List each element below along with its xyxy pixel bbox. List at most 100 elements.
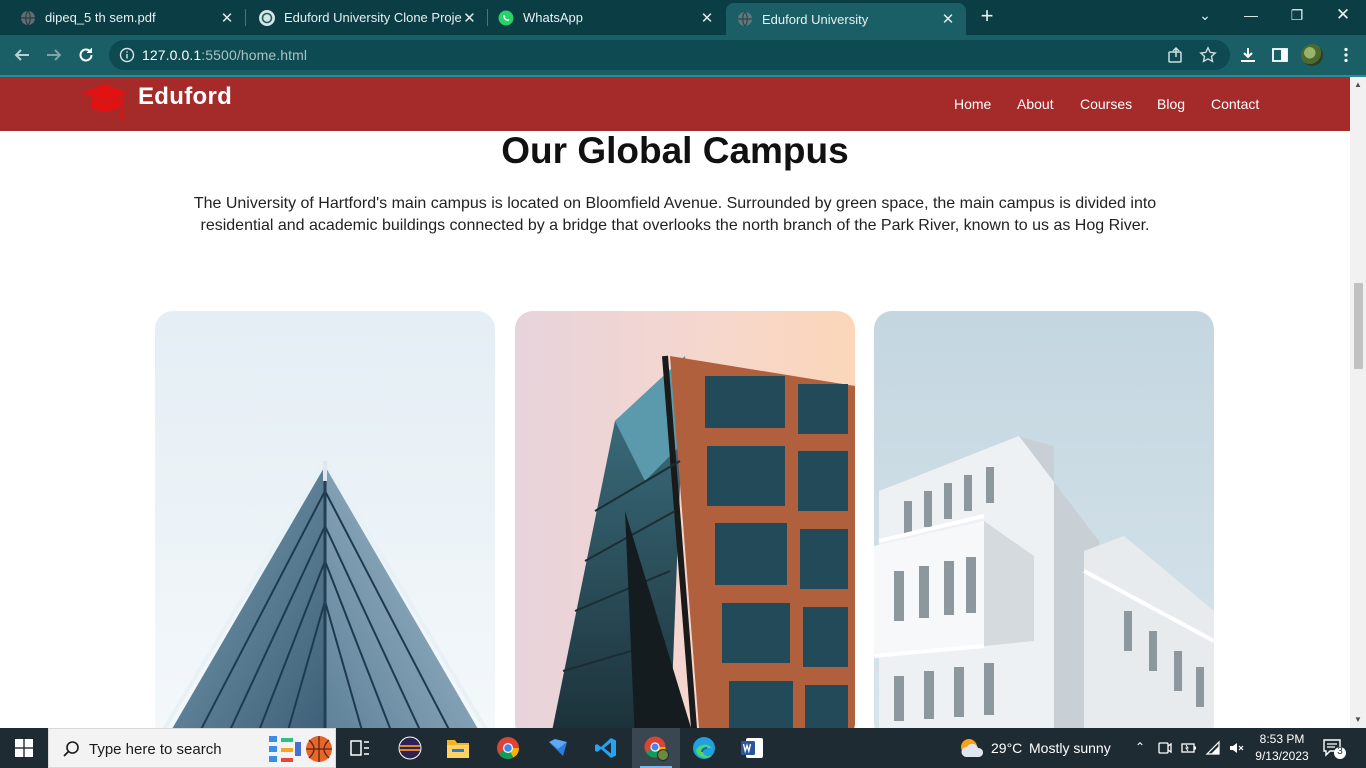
campus-image-card[interactable]: [874, 311, 1214, 728]
arrow-right-icon: [47, 49, 62, 61]
restore-button[interactable]: ❐: [1274, 0, 1320, 30]
tab-title: WhatsApp: [523, 10, 583, 25]
taskbar-chrome[interactable]: [484, 728, 532, 768]
start-button[interactable]: [0, 728, 48, 768]
weather-sun-cloud-icon[interactable]: [958, 737, 984, 759]
edge-icon: [693, 737, 715, 759]
power-automate-icon: [549, 739, 567, 756]
close-icon[interactable]: ✕: [940, 11, 956, 28]
battery-icon[interactable]: [1181, 740, 1197, 756]
share-icon[interactable]: [1167, 46, 1185, 64]
search-placeholder: Type here to search: [89, 741, 222, 758]
nav-link-about[interactable]: About: [1017, 96, 1054, 112]
tab-clone-project[interactable]: Eduford University Clone Project ✕: [245, 0, 487, 35]
kebab-menu-icon: [1344, 47, 1348, 63]
whatsapp-icon: [498, 10, 514, 25]
tab-search-chevron-icon[interactable]: ⌄: [1182, 0, 1228, 30]
minimize-button[interactable]: —: [1228, 0, 1274, 30]
tab-whatsapp[interactable]: WhatsApp ✕: [487, 0, 725, 35]
white-modular-building-image: [874, 311, 1214, 728]
copper-glass-tower-image: [515, 311, 855, 728]
arrow-left-icon: [14, 49, 29, 61]
globe-icon: [21, 10, 35, 25]
vscode-icon: [595, 738, 616, 758]
section-description: The University of Hartford's main campus…: [193, 195, 1157, 234]
browser-toolbar: 127.0.0.1:5500/home.html: [0, 35, 1366, 75]
system-clock[interactable]: 8:53 PM 9/13/2023: [1249, 731, 1315, 765]
globe-icon: [738, 11, 752, 27]
nav-link-contact[interactable]: Contact: [1211, 96, 1259, 112]
taskbar-eclipse[interactable]: [386, 728, 434, 768]
campus-image-card[interactable]: [155, 311, 495, 728]
taskbar-word[interactable]: [728, 728, 776, 768]
back-button[interactable]: [10, 43, 34, 67]
notification-icon: [1323, 739, 1346, 759]
chrome-profile-icon: [644, 736, 669, 761]
taskbar-vscode[interactable]: [582, 728, 630, 768]
address-bar[interactable]: 127.0.0.1:5500/home.html: [109, 40, 1230, 70]
browser-tab-strip: dipeq_5 th sem.pdf ✕ Eduford University …: [0, 0, 1366, 35]
notification-count: 3: [1337, 746, 1343, 757]
speaker-muted-icon[interactable]: [1228, 740, 1244, 756]
site-navbar: Eduford Home About Courses Blog Contact: [0, 77, 1350, 131]
task-view-button[interactable]: [336, 728, 384, 768]
profile-avatar[interactable]: [1301, 44, 1323, 66]
brand-logo-text[interactable]: Eduford: [138, 83, 232, 111]
chevron-up-icon[interactable]: ⌃: [1132, 740, 1148, 756]
folder-icon: [447, 740, 469, 758]
nav-link-courses[interactable]: Courses: [1080, 96, 1132, 112]
section-title: Our Global Campus: [501, 130, 849, 171]
bookmark-star-icon[interactable]: [1199, 46, 1217, 64]
forward-button[interactable]: [42, 43, 66, 67]
clock-date: 9/13/2023: [1255, 749, 1309, 763]
glass-pyramid-building-image: [155, 311, 495, 728]
side-panel-button[interactable]: [1268, 43, 1292, 67]
tab-title: Eduford University Clone Project: [284, 10, 462, 25]
new-tab-button[interactable]: +: [976, 5, 998, 28]
reload-button[interactable]: [74, 43, 98, 67]
taskbar-search-box[interactable]: Type here to search: [48, 728, 336, 768]
graduation-cap-icon[interactable]: [80, 81, 130, 121]
eclipse-icon: [398, 736, 422, 760]
taskbar-edge[interactable]: [680, 728, 728, 768]
chrome-icon: [497, 737, 519, 759]
weather-temperature[interactable]: 29°C: [991, 740, 1022, 756]
close-window-button[interactable]: ✕: [1320, 0, 1366, 30]
nav-link-home[interactable]: Home: [954, 96, 991, 112]
taskbar-chrome-profile[interactable]: [632, 728, 680, 768]
info-icon: [119, 47, 135, 63]
close-icon[interactable]: ✕: [699, 10, 715, 27]
campus-image-card[interactable]: [515, 311, 855, 728]
wifi-icon[interactable]: [1205, 740, 1221, 756]
nav-link-blog[interactable]: Blog: [1157, 96, 1185, 112]
task-view-icon: [350, 740, 369, 756]
search-highlight-image: [269, 736, 332, 762]
reload-icon: [79, 48, 93, 62]
close-icon[interactable]: ✕: [219, 10, 235, 27]
tab-pdf[interactable]: dipeq_5 th sem.pdf ✕: [0, 0, 245, 35]
weather-description[interactable]: Mostly sunny: [1029, 740, 1111, 756]
scroll-thumb[interactable]: [1354, 283, 1363, 369]
notification-center-button[interactable]: 3: [1322, 738, 1348, 765]
tab-title: Eduford University: [762, 11, 869, 27]
page-viewport: Eduford Home About Courses Blog Contact …: [0, 77, 1350, 728]
taskbar-power-automate[interactable]: [534, 728, 582, 768]
windows-taskbar: Type here to search 29°C Mostly sunny ⌃: [0, 728, 1366, 768]
url-host: 127.0.0.1: [142, 47, 202, 63]
tab-eduford-university[interactable]: Eduford University ✕: [726, 3, 966, 35]
menu-button[interactable]: [1334, 43, 1358, 67]
word-icon: [741, 738, 763, 758]
taskbar-file-explorer[interactable]: [434, 728, 482, 768]
download-icon: [1241, 48, 1255, 62]
search-icon: [63, 741, 79, 757]
scroll-down-icon[interactable]: ▼: [1350, 712, 1366, 728]
page-scrollbar[interactable]: ▲ ▼: [1350, 77, 1366, 728]
windows-logo-icon: [15, 739, 33, 757]
downloads-button[interactable]: [1236, 43, 1260, 67]
scroll-up-icon[interactable]: ▲: [1350, 77, 1366, 93]
side-panel-icon: [1272, 48, 1288, 62]
chatgpt-icon: [259, 9, 275, 26]
url-text: 127.0.0.1:5500/home.html: [142, 47, 307, 63]
meet-now-icon[interactable]: [1157, 740, 1173, 756]
close-icon[interactable]: ✕: [462, 10, 477, 27]
